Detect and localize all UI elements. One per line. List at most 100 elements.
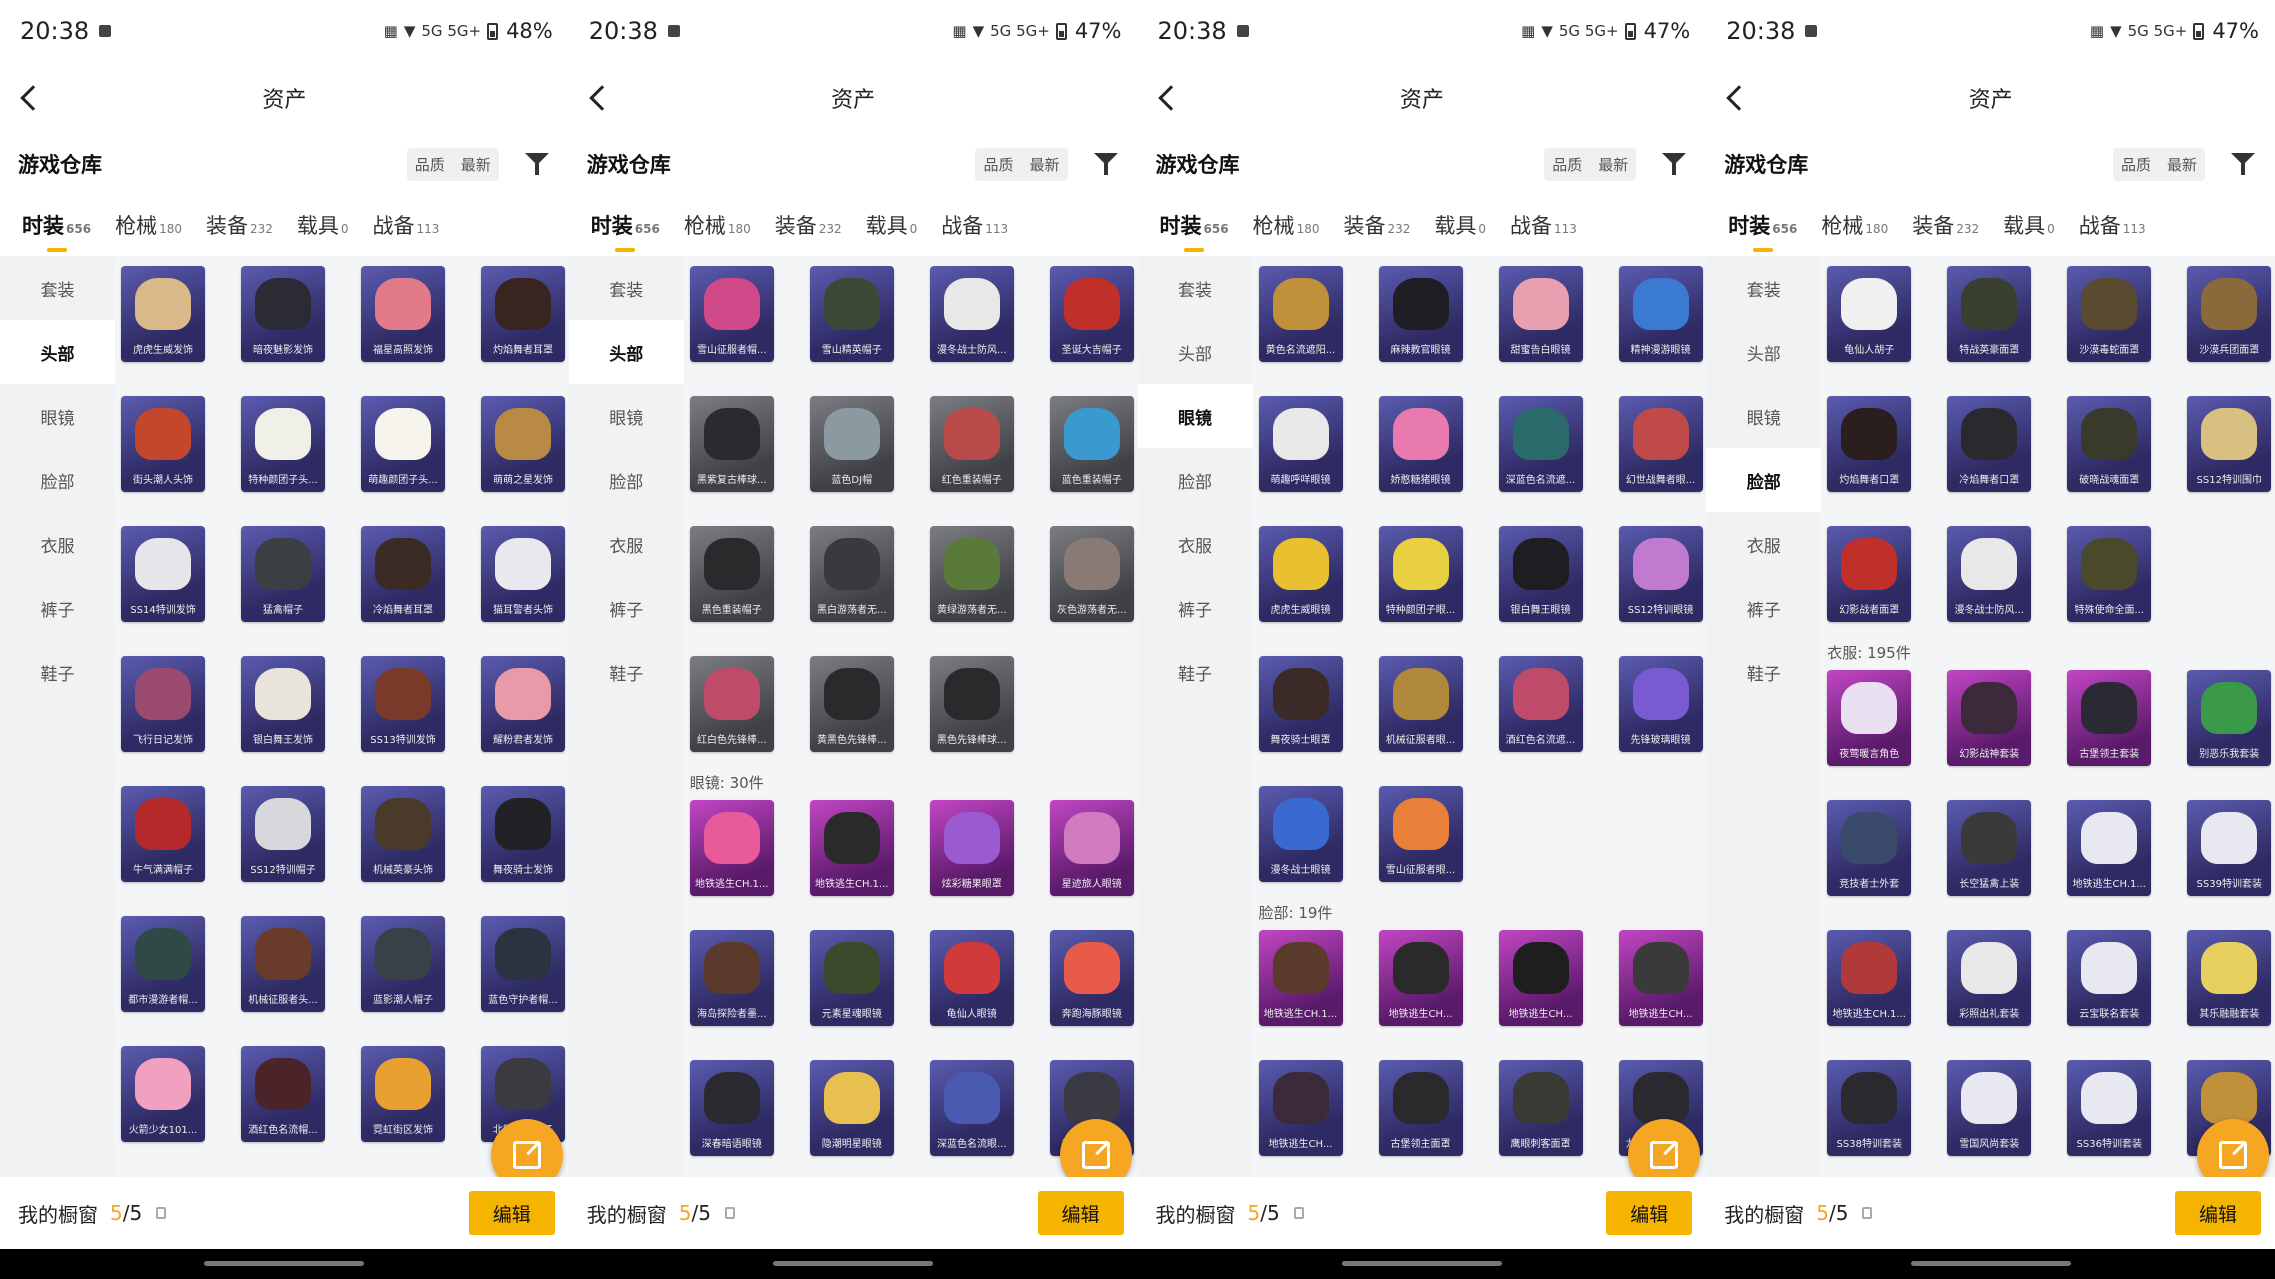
sidebar-item-2[interactable]: 眼镜 bbox=[0, 384, 115, 448]
item-card[interactable]: 蓝影潮人帽子 bbox=[361, 916, 445, 1012]
item-card[interactable]: 蓝色守护者帽... bbox=[481, 916, 565, 1012]
sidebar-item-1[interactable]: 头部 bbox=[0, 320, 115, 384]
home-indicator[interactable] bbox=[0, 1249, 569, 1279]
sidebar-item-2[interactable]: 眼镜 bbox=[1137, 384, 1253, 448]
item-card[interactable]: 夜莺暖言角色 bbox=[1827, 670, 1912, 766]
item-card[interactable]: 地铁逃生CH... bbox=[1378, 930, 1463, 1026]
item-card[interactable]: 元素星魂眼镜 bbox=[809, 930, 894, 1026]
item-card[interactable]: 红色重装帽子 bbox=[929, 396, 1014, 492]
item-card[interactable]: 古堡领主面罩 bbox=[1378, 1060, 1463, 1156]
item-card[interactable]: 酒红色名流帽... bbox=[241, 1046, 325, 1142]
tab-2[interactable]: 装备 232 bbox=[194, 210, 285, 240]
sidebar-item-6[interactable]: 鞋子 bbox=[0, 640, 115, 704]
home-indicator[interactable] bbox=[1137, 1249, 1707, 1279]
item-card[interactable]: 炫彩糖果眼罩 bbox=[929, 800, 1014, 896]
item-card[interactable]: 特种颜团子眼... bbox=[1378, 526, 1463, 622]
tab-4[interactable]: 战备 113 bbox=[361, 210, 452, 240]
tab-2[interactable]: 装备 232 bbox=[763, 210, 854, 240]
item-card[interactable]: 黄黑色先锋棒... bbox=[809, 656, 894, 752]
tab-2[interactable]: 装备 232 bbox=[1900, 210, 1991, 240]
item-card[interactable]: 特殊使命全面... bbox=[2067, 526, 2152, 622]
item-card[interactable]: 麻辣教官眼镜 bbox=[1378, 266, 1463, 362]
back-arrow-icon[interactable] bbox=[1156, 82, 1186, 114]
tab-1[interactable]: 枪械 180 bbox=[1241, 210, 1332, 240]
sidebar-item-5[interactable]: 裤子 bbox=[1706, 576, 1821, 640]
item-card[interactable]: 漫冬战士防风... bbox=[1947, 526, 2032, 622]
item-card[interactable]: 机械征服者头... bbox=[241, 916, 325, 1012]
item-card[interactable]: 地铁逃生CH... bbox=[1618, 930, 1703, 1026]
back-arrow-icon[interactable] bbox=[1724, 82, 1754, 114]
tab-0[interactable]: 时装 656 bbox=[1148, 210, 1241, 252]
item-card[interactable]: SS14特训发饰 bbox=[121, 526, 205, 622]
filter-icon[interactable] bbox=[523, 151, 553, 177]
item-card[interactable]: SS12特训帽子 bbox=[241, 786, 325, 882]
item-card[interactable]: 牛气满满帽子 bbox=[121, 786, 205, 882]
item-card[interactable]: 深蓝色名流遮... bbox=[1498, 396, 1583, 492]
sidebar-item-1[interactable]: 头部 bbox=[568, 320, 684, 384]
tab-1[interactable]: 枪械 180 bbox=[103, 210, 194, 240]
item-card[interactable]: 沙漠兵团面罩 bbox=[2187, 266, 2272, 362]
item-card[interactable]: SS36特训套装 bbox=[2067, 1060, 2152, 1156]
sidebar-item-3[interactable]: 脸部 bbox=[1138, 448, 1253, 512]
item-card[interactable]: 雪国风尚套装 bbox=[1947, 1060, 2032, 1156]
item-card[interactable]: 娇憨糖猪眼镜 bbox=[1378, 396, 1463, 492]
item-card[interactable]: 漫冬战士防风... bbox=[929, 266, 1014, 362]
sidebar-item-0[interactable]: 套装 bbox=[0, 256, 115, 320]
item-card[interactable]: 特种颜团子头... bbox=[241, 396, 325, 492]
back-arrow-icon[interactable] bbox=[587, 82, 617, 114]
item-card[interactable]: SS12特训眼镜 bbox=[1618, 526, 1703, 622]
item-card[interactable]: 龟仙人胡子 bbox=[1827, 266, 1912, 362]
tab-4[interactable]: 战备 113 bbox=[929, 210, 1020, 240]
item-card[interactable]: 酒红色名流遮... bbox=[1498, 656, 1583, 752]
edit-button[interactable]: 编辑 bbox=[2175, 1191, 2261, 1235]
tab-2[interactable]: 装备 232 bbox=[1331, 210, 1422, 240]
item-card[interactable]: 蓝色重装帽子 bbox=[1049, 396, 1134, 492]
tab-3[interactable]: 载具 0 bbox=[285, 210, 361, 240]
item-card[interactable]: 幻影战者面罩 bbox=[1827, 526, 1912, 622]
item-card[interactable]: 黑色先锋棒球... bbox=[929, 656, 1014, 752]
item-card[interactable]: 黄绿游荡者无... bbox=[929, 526, 1014, 622]
item-card[interactable]: 黑色重装帽子 bbox=[689, 526, 774, 622]
sidebar-item-4[interactable]: 衣服 bbox=[1138, 512, 1253, 576]
item-card[interactable]: 奔跑海豚眼镜 bbox=[1049, 930, 1134, 1026]
item-card[interactable]: SS12特训围巾 bbox=[2187, 396, 2272, 492]
item-card[interactable]: 灼焰舞者口罩 bbox=[1827, 396, 1912, 492]
item-card[interactable]: 暗夜魅影发饰 bbox=[241, 266, 325, 362]
item-card[interactable]: 火箭少女101... bbox=[121, 1046, 205, 1142]
item-card[interactable]: 蓝色DJ帽 bbox=[809, 396, 894, 492]
item-card[interactable]: 海岛探险者墨... bbox=[689, 930, 774, 1026]
sidebar-item-4[interactable]: 衣服 bbox=[0, 512, 115, 576]
item-card[interactable]: 地铁逃生CH... bbox=[1258, 1060, 1343, 1156]
item-card[interactable]: 舞夜骑士发饰 bbox=[481, 786, 565, 882]
sidebar-item-1[interactable]: 头部 bbox=[1138, 320, 1253, 384]
item-card[interactable]: 黑白游荡者无... bbox=[809, 526, 894, 622]
item-card[interactable]: 灰色游荡者无... bbox=[1049, 526, 1134, 622]
item-card[interactable]: 长空猛禽上装 bbox=[1947, 800, 2032, 896]
item-card[interactable]: 耀粉君者发饰 bbox=[481, 656, 565, 752]
item-card[interactable]: 雪山征服者眼... bbox=[1378, 786, 1463, 882]
sort-quality-button[interactable]: 品质 bbox=[1544, 148, 1590, 181]
item-card[interactable]: 灼焰舞者耳罩 bbox=[481, 266, 565, 362]
item-card[interactable]: 圣诞大吉帽子 bbox=[1049, 266, 1134, 362]
edit-button[interactable]: 编辑 bbox=[468, 1191, 555, 1235]
item-card[interactable]: 猫耳警者头饰 bbox=[481, 526, 565, 622]
item-card[interactable]: 深蓝色名流眼... bbox=[929, 1060, 1014, 1156]
item-card[interactable]: 冷焰舞者耳罩 bbox=[361, 526, 445, 622]
item-card[interactable]: 其乐融融套装 bbox=[2187, 930, 2272, 1026]
item-card[interactable]: 地铁逃生CH... bbox=[1498, 930, 1583, 1026]
item-card[interactable]: 雪山精英帽子 bbox=[809, 266, 894, 362]
item-card[interactable]: 星迹旅人眼镜 bbox=[1049, 800, 1134, 896]
item-card[interactable]: 幻世战舞者眼... bbox=[1618, 396, 1703, 492]
item-card[interactable]: 萌趣颜团子头... bbox=[361, 396, 445, 492]
filter-icon[interactable] bbox=[1660, 151, 1690, 177]
sidebar-item-3[interactable]: 脸部 bbox=[0, 448, 115, 512]
item-card[interactable]: 漫冬战士眼镜 bbox=[1258, 786, 1343, 882]
sidebar-item-6[interactable]: 鞋子 bbox=[1138, 640, 1253, 704]
filter-icon[interactable] bbox=[1092, 151, 1122, 177]
sort-quality-button[interactable]: 品质 bbox=[975, 148, 1021, 181]
sidebar-item-0[interactable]: 套装 bbox=[1706, 256, 1821, 320]
item-card[interactable]: SS39特训套装 bbox=[2187, 800, 2272, 896]
item-card[interactable]: 沙漠毒蛇面罩 bbox=[2067, 266, 2152, 362]
sidebar-item-5[interactable]: 裤子 bbox=[0, 576, 115, 640]
back-arrow-icon[interactable] bbox=[18, 82, 48, 114]
